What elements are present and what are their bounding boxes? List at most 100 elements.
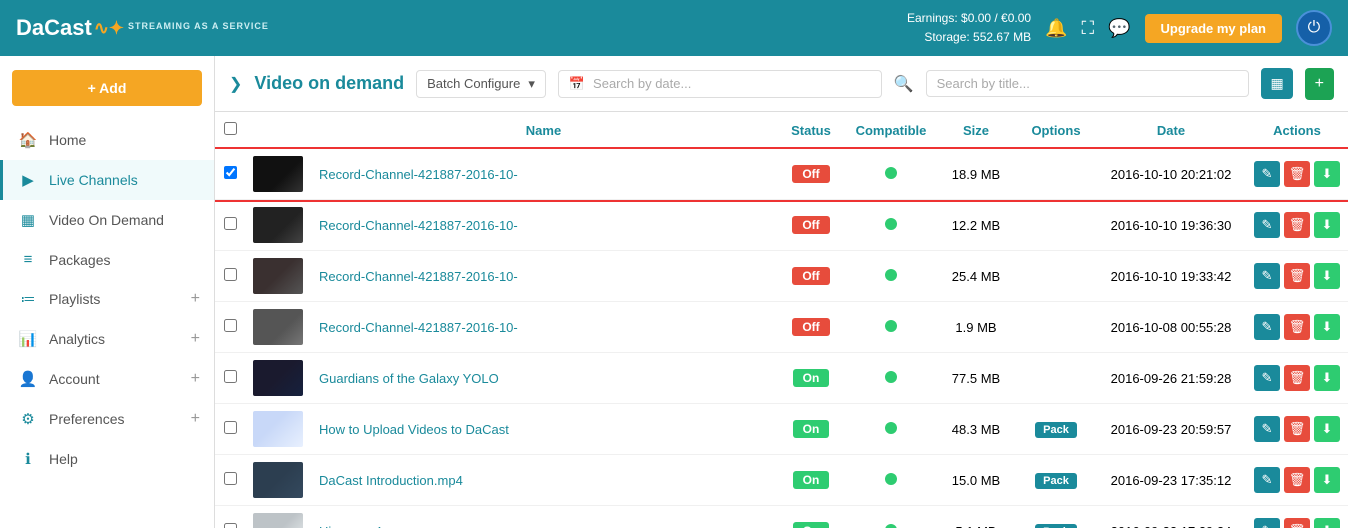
row-compatible-cell	[846, 353, 936, 404]
sidebar-item-account[interactable]: 👤 Account +	[0, 359, 214, 399]
video-link[interactable]: Record-Channel-421887-2016-10-	[319, 269, 518, 284]
download-button[interactable]: ⬇	[1314, 212, 1340, 238]
header-icons: 🔔 ⛶ 💬	[1045, 18, 1130, 39]
row-name-cell: Hippo.mp4	[311, 506, 776, 528]
compatible-dot	[885, 422, 897, 434]
row-name-cell: Record-Channel-421887-2016-10-	[311, 302, 776, 353]
row-size-cell: 18.9 MB	[936, 149, 1016, 200]
status-badge: On	[793, 420, 830, 438]
download-button[interactable]: ⬇	[1314, 263, 1340, 289]
video-link[interactable]: DaCast Introduction.mp4	[319, 473, 463, 488]
edit-button[interactable]: ✎	[1254, 314, 1280, 340]
row-checkbox[interactable]	[224, 166, 237, 179]
download-button[interactable]: ⬇	[1314, 365, 1340, 391]
delete-button[interactable]: 🗑	[1284, 365, 1310, 391]
delete-button[interactable]: 🗑	[1284, 263, 1310, 289]
row-checkbox[interactable]	[224, 421, 237, 434]
sidebar-item-home[interactable]: 🏠 Home	[0, 120, 214, 160]
row-size-cell: 5.1 MB	[936, 506, 1016, 528]
video-link[interactable]: Record-Channel-421887-2016-10-	[319, 167, 518, 182]
delete-button[interactable]: 🗑	[1284, 518, 1310, 528]
row-actions-cell: ✎ 🗑 ⬇	[1246, 302, 1348, 353]
add-button[interactable]: + Add	[12, 70, 202, 106]
upgrade-button[interactable]: Upgrade my plan	[1145, 14, 1282, 43]
row-name-cell: Guardians of the Galaxy YOLO	[311, 353, 776, 404]
batch-configure-dropdown[interactable]: Batch Configure ▾	[416, 70, 546, 98]
power-button[interactable]: ⏻	[1296, 10, 1332, 46]
title-search-container[interactable]: Search by title...	[926, 70, 1250, 97]
fullscreen-icon[interactable]: ⛶	[1082, 18, 1095, 39]
action-buttons: ✎ 🗑 ⬇	[1254, 314, 1340, 340]
status-badge: On	[793, 369, 830, 387]
account-plus-icon[interactable]: +	[191, 370, 200, 388]
row-status-cell: Off	[776, 302, 846, 353]
edit-button[interactable]: ✎	[1254, 263, 1280, 289]
sidebar-item-analytics[interactable]: 📊 Analytics +	[0, 319, 214, 359]
video-thumbnail	[253, 411, 303, 447]
delete-button[interactable]: 🗑	[1284, 467, 1310, 493]
sidebar-item-video-on-demand[interactable]: ▦ Video On Demand	[0, 200, 214, 240]
playlists-plus-icon[interactable]: +	[191, 290, 200, 308]
status-badge: On	[793, 522, 830, 528]
row-checkbox[interactable]	[224, 319, 237, 332]
download-button[interactable]: ⬇	[1314, 416, 1340, 442]
row-checkbox[interactable]	[224, 370, 237, 383]
batch-configure-label: Batch Configure	[427, 76, 520, 91]
video-link[interactable]: Record-Channel-421887-2016-10-	[319, 320, 518, 335]
row-checkbox[interactable]	[224, 472, 237, 485]
sidebar-item-label: Live Channels	[49, 172, 138, 188]
download-button[interactable]: ⬇	[1314, 518, 1340, 528]
row-compatible-cell	[846, 149, 936, 200]
row-status-cell: On	[776, 353, 846, 404]
sidebar-item-label: Account	[49, 371, 100, 387]
delete-button[interactable]: 🗑	[1284, 161, 1310, 187]
download-button[interactable]: ⬇	[1314, 314, 1340, 340]
storage-text: Storage: 552.67 MB	[907, 28, 1031, 47]
video-link[interactable]: Record-Channel-421887-2016-10-	[319, 218, 518, 233]
edit-button[interactable]: ✎	[1254, 212, 1280, 238]
video-link[interactable]: Guardians of the Galaxy YOLO	[319, 371, 499, 386]
col-actions: Actions	[1246, 112, 1348, 149]
sidebar-item-playlists[interactable]: ≔ Playlists +	[0, 279, 214, 319]
action-buttons: ✎ 🗑 ⬇	[1254, 263, 1340, 289]
row-checkbox[interactable]	[224, 268, 237, 281]
video-link[interactable]: How to Upload Videos to DaCast	[319, 422, 509, 437]
chat-icon[interactable]: 💬	[1108, 18, 1130, 39]
row-compatible-cell	[846, 302, 936, 353]
row-actions-cell: ✎ 🗑 ⬇	[1246, 200, 1348, 251]
row-checkbox[interactable]	[224, 217, 237, 230]
edit-button[interactable]: ✎	[1254, 416, 1280, 442]
video-thumbnail	[253, 207, 303, 243]
col-date: Date	[1096, 112, 1246, 149]
select-all-checkbox[interactable]	[224, 122, 237, 135]
edit-button[interactable]: ✎	[1254, 467, 1280, 493]
edit-button[interactable]: ✎	[1254, 365, 1280, 391]
edit-button[interactable]: ✎	[1254, 518, 1280, 528]
collapse-icon[interactable]: ❯	[229, 74, 242, 94]
delete-button[interactable]: 🗑	[1284, 212, 1310, 238]
date-search-container[interactable]: 📅 Search by date...	[558, 70, 882, 98]
sidebar-item-preferences[interactable]: ⚙ Preferences +	[0, 399, 214, 439]
row-checkbox[interactable]	[224, 523, 237, 528]
analytics-plus-icon[interactable]: +	[191, 330, 200, 348]
action-buttons: ✎ 🗑 ⬇	[1254, 212, 1340, 238]
action-buttons: ✎ 🗑 ⬇	[1254, 467, 1340, 493]
video-table: Name Status Compatible Size Options Date…	[215, 112, 1348, 528]
grid-view-button[interactable]: ▦	[1261, 68, 1292, 99]
row-options-cell	[1016, 353, 1096, 404]
preferences-plus-icon[interactable]: +	[191, 410, 200, 428]
row-name-cell: Record-Channel-421887-2016-10-	[311, 200, 776, 251]
video-link[interactable]: Hippo.mp4	[319, 524, 382, 528]
download-button[interactable]: ⬇	[1314, 161, 1340, 187]
bell-icon[interactable]: 🔔	[1045, 18, 1067, 39]
sidebar-item-help[interactable]: ℹ Help	[0, 439, 214, 479]
sidebar-item-packages[interactable]: ≡ Packages	[0, 240, 214, 279]
delete-button[interactable]: 🗑	[1284, 314, 1310, 340]
sidebar-item-live-channels[interactable]: ▶ Live Channels	[0, 160, 214, 200]
row-date-cell: 2016-09-22 17:39:24	[1096, 506, 1246, 528]
add-content-button[interactable]: +	[1305, 68, 1334, 100]
download-button[interactable]: ⬇	[1314, 467, 1340, 493]
row-thumb-cell	[245, 404, 311, 455]
edit-button[interactable]: ✎	[1254, 161, 1280, 187]
delete-button[interactable]: 🗑	[1284, 416, 1310, 442]
